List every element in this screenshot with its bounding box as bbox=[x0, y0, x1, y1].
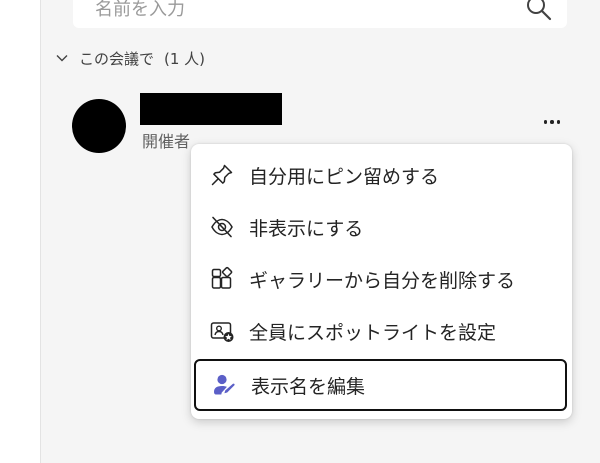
person-edit-icon bbox=[214, 374, 235, 395]
search-box[interactable] bbox=[73, 0, 567, 28]
more-options-button[interactable] bbox=[539, 113, 565, 131]
left-gutter bbox=[0, 0, 41, 463]
section-count: (1 人) bbox=[164, 49, 206, 68]
menu-item-label: 全員にスポットライトを設定 bbox=[249, 321, 497, 344]
section-label: この会議で bbox=[79, 49, 155, 68]
participant-name-redacted bbox=[140, 93, 282, 125]
menu-item-edit-display-name[interactable]: 表示名を編集 bbox=[194, 359, 567, 411]
menu-item-label: 自分用にピン留めする bbox=[249, 165, 440, 188]
section-header-in-meeting[interactable]: この会議で (1 人) bbox=[55, 47, 205, 69]
participant-role: 開催者 bbox=[142, 132, 191, 151]
menu-item-hide[interactable]: 非表示にする bbox=[191, 201, 572, 253]
avatar bbox=[72, 99, 126, 153]
gallery-remove-icon bbox=[211, 266, 233, 289]
chevron-down-icon bbox=[56, 55, 68, 62]
spotlight-icon bbox=[210, 322, 234, 342]
menu-item-label: 非表示にする bbox=[249, 217, 364, 240]
pin-icon bbox=[211, 164, 233, 186]
menu-item-spotlight-everyone[interactable]: 全員にスポットライトを設定 bbox=[191, 305, 572, 357]
more-dot-icon bbox=[543, 120, 548, 124]
more-dot-icon bbox=[556, 120, 561, 124]
menu-item-pin-for-me[interactable]: 自分用にピン留めする bbox=[191, 149, 572, 201]
participant-context-menu: 自分用にピン留めする 非表示にする ギャラリーから自分を削除する 全員にスポット… bbox=[191, 144, 572, 419]
search-icon[interactable] bbox=[525, 0, 553, 22]
search-input[interactable] bbox=[93, 0, 517, 24]
menu-item-remove-from-gallery[interactable]: ギャラリーから自分を削除する bbox=[191, 253, 572, 305]
eye-off-icon bbox=[211, 216, 233, 238]
more-dot-icon bbox=[550, 120, 554, 124]
menu-item-label: 表示名を編集 bbox=[251, 375, 366, 398]
menu-item-label: ギャラリーから自分を削除する bbox=[249, 269, 516, 292]
